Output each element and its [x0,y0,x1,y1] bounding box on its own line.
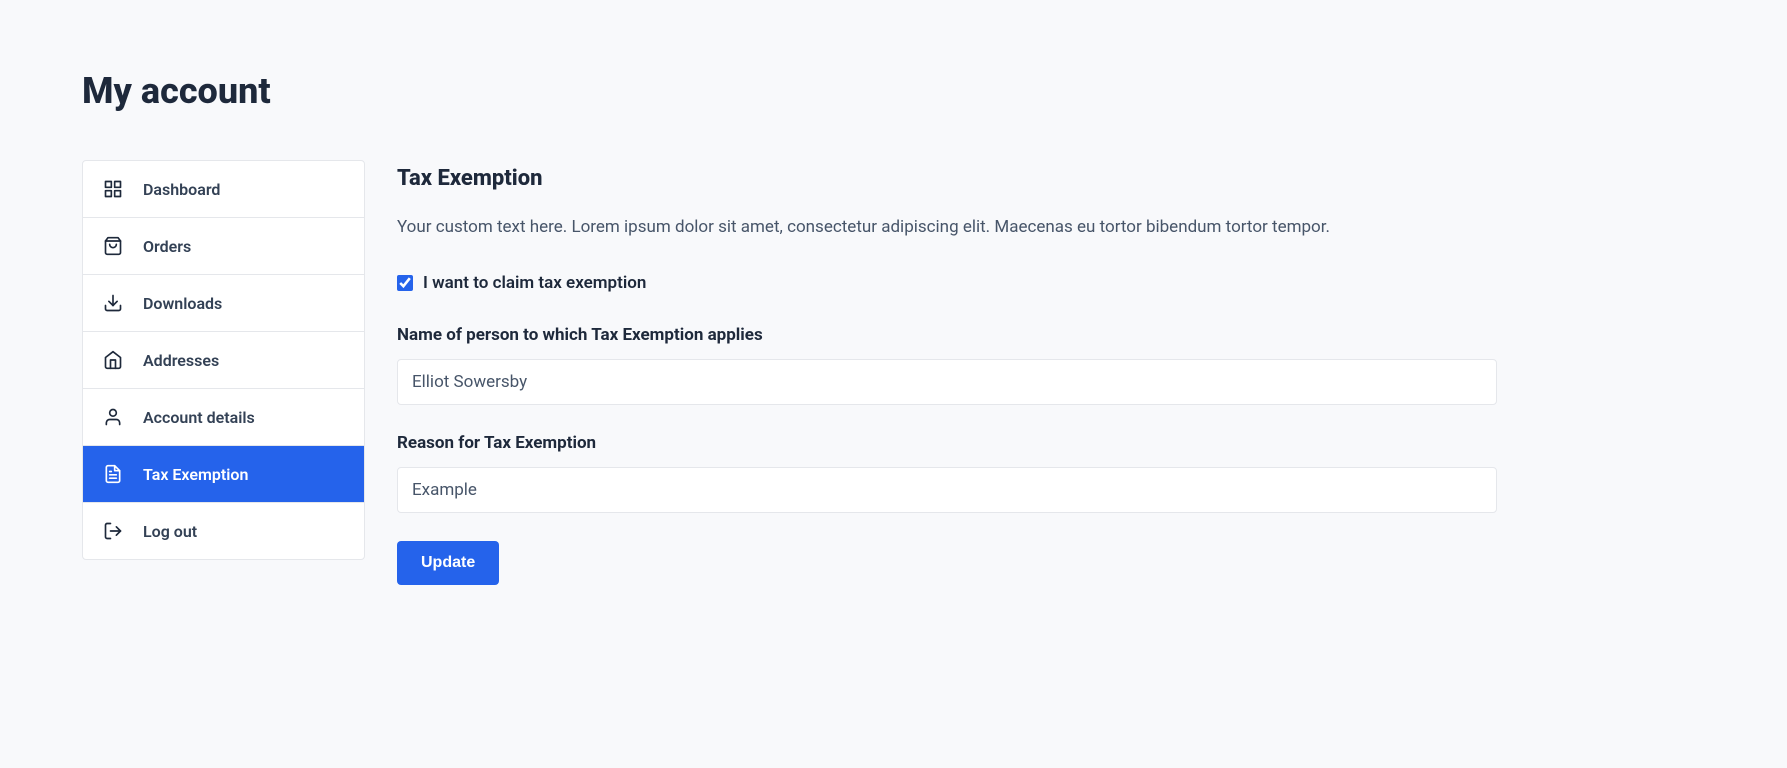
section-description: Your custom text here. Lorem ipsum dolor… [397,215,1707,241]
sidebar-item-orders[interactable]: Orders [83,218,364,275]
section-title: Tax Exemption [397,166,1707,191]
account-sidebar: Dashboard Orders Downloads Addresses [82,160,365,560]
claim-exemption-checkbox[interactable] [397,275,413,291]
sidebar-item-account-details[interactable]: Account details [83,389,364,446]
sidebar-item-label: Addresses [143,351,219,370]
claim-exemption-label[interactable]: I want to claim tax exemption [423,273,646,293]
shopping-bag-icon [103,236,123,256]
sidebar-item-addresses[interactable]: Addresses [83,332,364,389]
sidebar-item-label: Downloads [143,294,222,313]
update-button[interactable]: Update [397,541,499,585]
home-icon [103,350,123,370]
sidebar-item-label: Account details [143,408,255,427]
page-title: My account [82,70,1707,112]
download-icon [103,293,123,313]
name-field-label: Name of person to which Tax Exemption ap… [397,325,1707,345]
sidebar-item-label: Dashboard [143,180,220,199]
logout-icon [103,521,123,541]
sidebar-item-label: Tax Exemption [143,465,248,484]
sidebar-item-downloads[interactable]: Downloads [83,275,364,332]
sidebar-item-dashboard[interactable]: Dashboard [83,161,364,218]
reason-field[interactable] [397,467,1497,513]
sidebar-item-label: Orders [143,237,191,256]
reason-field-label: Reason for Tax Exemption [397,433,1707,453]
file-text-icon [103,464,123,484]
name-field[interactable] [397,359,1497,405]
sidebar-item-logout[interactable]: Log out [83,503,364,559]
sidebar-item-tax-exemption[interactable]: Tax Exemption [83,446,364,503]
user-icon [103,407,123,427]
sidebar-item-label: Log out [143,522,197,541]
main-content: Tax Exemption Your custom text here. Lor… [397,160,1707,585]
dashboard-icon [103,179,123,199]
